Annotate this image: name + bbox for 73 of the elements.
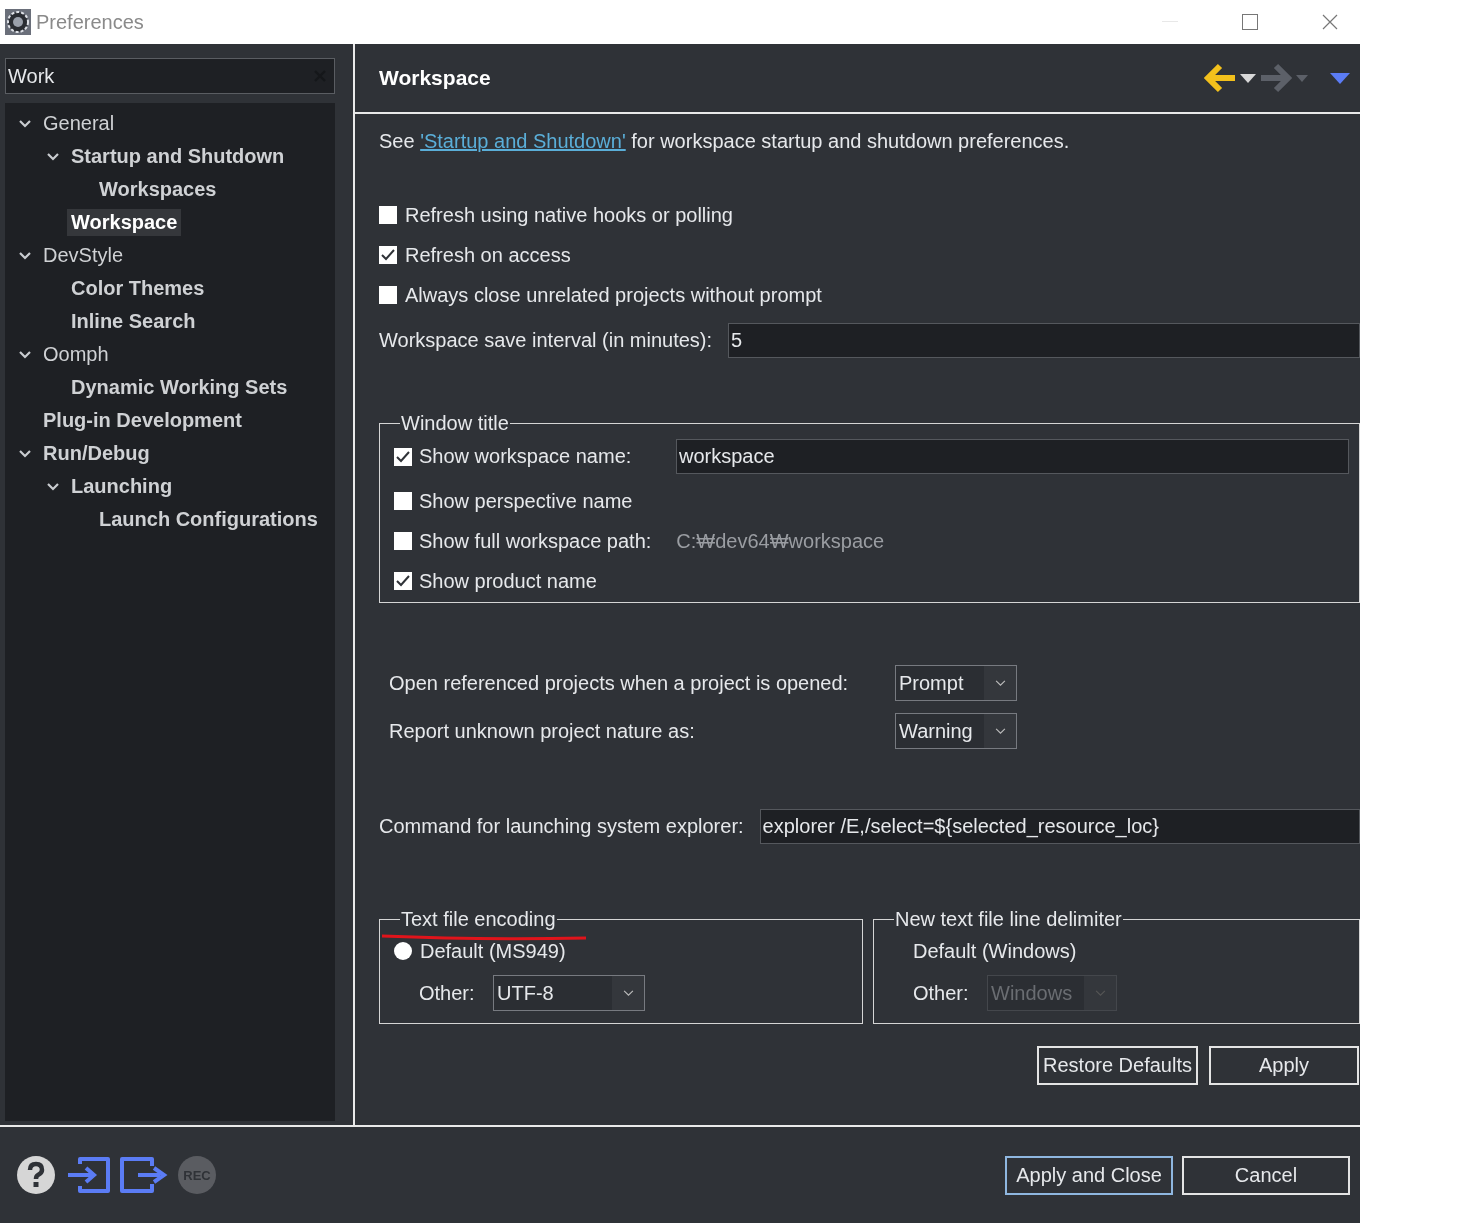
filter-field[interactable]: Work xyxy=(5,58,335,94)
field-label: Other: xyxy=(419,981,476,1005)
chevron-icon[interactable] xyxy=(47,480,59,493)
checkbox-label[interactable]: Show full workspace path: xyxy=(419,529,652,553)
group-title: New text file line delimiter xyxy=(894,908,1123,931)
checkbox-label[interactable]: Show perspective name xyxy=(419,489,633,513)
checkbox[interactable] xyxy=(379,286,397,304)
input-field[interactable]: 5 xyxy=(728,323,1360,358)
checkbox[interactable] xyxy=(394,492,412,510)
window-title: Preferences xyxy=(36,10,144,34)
chevron-down-icon[interactable] xyxy=(994,727,1006,735)
tree-item[interactable]: DevStyle xyxy=(39,242,128,269)
checkbox-label[interactable]: Refresh using native hooks or polling xyxy=(405,203,733,227)
tree-item[interactable]: Run/Debug xyxy=(39,440,154,467)
tree-item[interactable]: Oomph xyxy=(39,341,113,368)
dropdown[interactable]: UTF-8 xyxy=(493,975,645,1011)
dropdown[interactable]: Prompt xyxy=(895,665,1017,701)
tree-item[interactable]: Plug-in Development xyxy=(39,407,246,434)
tree-item[interactable]: General xyxy=(39,110,119,137)
checkbox-label[interactable]: Refresh on access xyxy=(405,243,571,267)
tree-item[interactable]: Color Themes xyxy=(67,275,209,302)
group-title: Window title xyxy=(400,412,510,435)
input-field[interactable]: workspace xyxy=(676,439,1349,474)
startup-shutdown-link[interactable]: 'Startup and Shutdown' xyxy=(420,130,626,152)
tree-item[interactable]: Workspace xyxy=(67,209,182,236)
chevron-icon[interactable] xyxy=(19,447,31,460)
dialog-button[interactable]: Apply and Close xyxy=(1005,1155,1173,1195)
field-label: Other: xyxy=(913,981,970,1005)
chevron-down-icon[interactable] xyxy=(622,989,634,997)
import-icon[interactable] xyxy=(66,1156,110,1194)
gear-icon xyxy=(4,8,32,36)
chevron-icon[interactable] xyxy=(47,150,59,163)
page-title: Workspace xyxy=(379,66,491,90)
page-button[interactable]: Restore Defaults xyxy=(1037,1046,1198,1085)
chevron-down-icon[interactable] xyxy=(994,679,1006,687)
checkbox[interactable] xyxy=(379,246,397,264)
combo-label: Report unknown project nature as: xyxy=(389,719,696,743)
close-icon[interactable] xyxy=(1322,14,1338,30)
description-text: See 'Startup and Shutdown' for workspace startup and shutdown preferences. xyxy=(379,130,1071,153)
checkbox-label[interactable]: Show product name xyxy=(419,569,597,593)
chevron-icon[interactable] xyxy=(19,117,31,130)
menu-icon[interactable] xyxy=(1330,72,1350,84)
field-label: Workspace save interval (in minutes): xyxy=(379,329,713,352)
field-label: Command for launching system explorer: xyxy=(379,815,744,838)
checkbox[interactable] xyxy=(379,206,397,224)
maximize-icon[interactable] xyxy=(1242,14,1258,30)
chevron-icon[interactable] xyxy=(19,249,31,262)
export-icon[interactable] xyxy=(120,1156,168,1194)
checkbox[interactable] xyxy=(394,532,412,550)
checkbox-label[interactable]: Show workspace name: xyxy=(419,445,669,468)
dropdown[interactable]: Warning xyxy=(895,713,1017,749)
combo-label: Open referenced projects when a project is opened: xyxy=(389,671,850,695)
page-button[interactable]: Apply xyxy=(1209,1046,1359,1085)
tree-item[interactable]: Workspaces xyxy=(95,176,221,203)
checkbox-label[interactable]: Always close unrelated projects without prompt xyxy=(405,283,822,307)
back-arrow-icon[interactable] xyxy=(1204,63,1236,93)
radio-label[interactable]: Default (MS949) xyxy=(420,939,566,963)
radio-button[interactable] xyxy=(394,942,412,960)
group-title: Text file encoding xyxy=(400,908,557,931)
tree-item[interactable]: Launching xyxy=(67,473,177,500)
input-field[interactable]: explorer /E,/select=${selected_resource_loc} xyxy=(759,809,1360,844)
tree-item[interactable]: Startup and Shutdown xyxy=(67,143,289,170)
tree-item[interactable]: Launch Configurations xyxy=(95,506,322,533)
option-label[interactable]: Default (Windows) xyxy=(913,939,1077,963)
dropdown-arrow-icon[interactable] xyxy=(1240,73,1256,83)
checkbox[interactable] xyxy=(394,447,412,466)
chevron-icon[interactable] xyxy=(19,348,31,361)
tree-item[interactable]: Dynamic Working Sets xyxy=(67,374,292,401)
tree-item[interactable]: Inline Search xyxy=(67,308,200,335)
checkbox[interactable] xyxy=(394,572,412,590)
dialog-button[interactable]: Cancel xyxy=(1182,1155,1350,1195)
help-icon[interactable] xyxy=(16,1155,56,1195)
path-text: C:₩dev64₩workspace xyxy=(676,529,885,553)
